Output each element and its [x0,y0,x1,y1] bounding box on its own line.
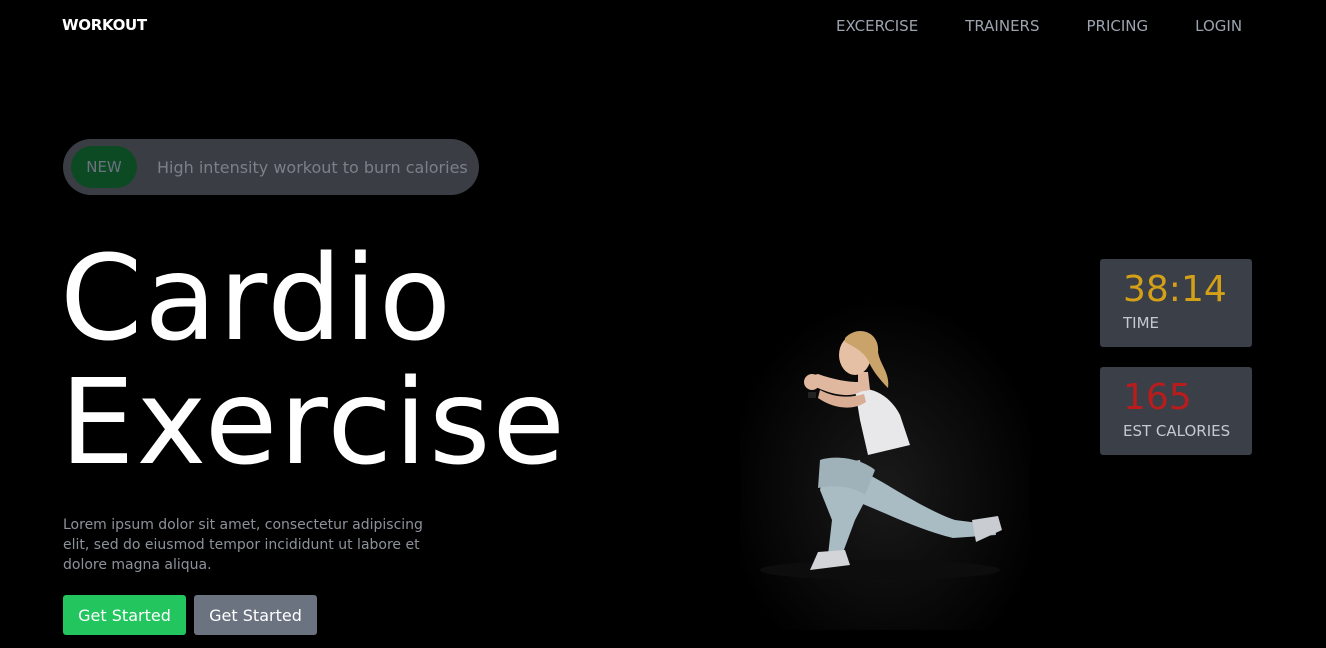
get-started-primary-button[interactable]: Get Started [63,595,186,635]
hero-title-line-1: Cardio [60,229,454,367]
time-stat-card: 38:14 TIME [1100,259,1252,347]
announcement-pill: NEW High intensity workout to burn calor… [63,139,479,195]
brand-logo[interactable]: WORKOUT [62,16,147,34]
get-started-secondary-button[interactable]: Get Started [194,595,317,635]
time-value: 38:14 [1123,269,1227,310]
nav-link-exercise[interactable]: EXCERCISE [836,16,918,36]
main-nav: EXCERCISE TRAINERS PRICING LOGIN [836,16,1242,36]
hero-title: Cardio Exercise [60,236,567,484]
new-badge: NEW [71,146,137,188]
calories-label: EST CALORIES [1123,422,1231,440]
nav-link-trainers[interactable]: TRAINERS [965,16,1039,36]
landing-page: WORKOUT EXCERCISE TRAINERS PRICING LOGIN… [0,0,1326,648]
nav-link-pricing[interactable]: PRICING [1087,16,1149,36]
calories-value: 165 [1123,377,1192,418]
hero-description: Lorem ipsum dolor sit amet, consectetur … [63,517,423,573]
athlete-image [740,280,1030,630]
calories-stat-card: 165 EST CALORIES [1100,367,1252,455]
announcement-text: High intensity workout to burn calories [157,157,468,177]
nav-link-login[interactable]: LOGIN [1195,16,1242,36]
time-label: TIME [1123,314,1160,332]
hero-title-line-2: Exercise [60,353,568,491]
